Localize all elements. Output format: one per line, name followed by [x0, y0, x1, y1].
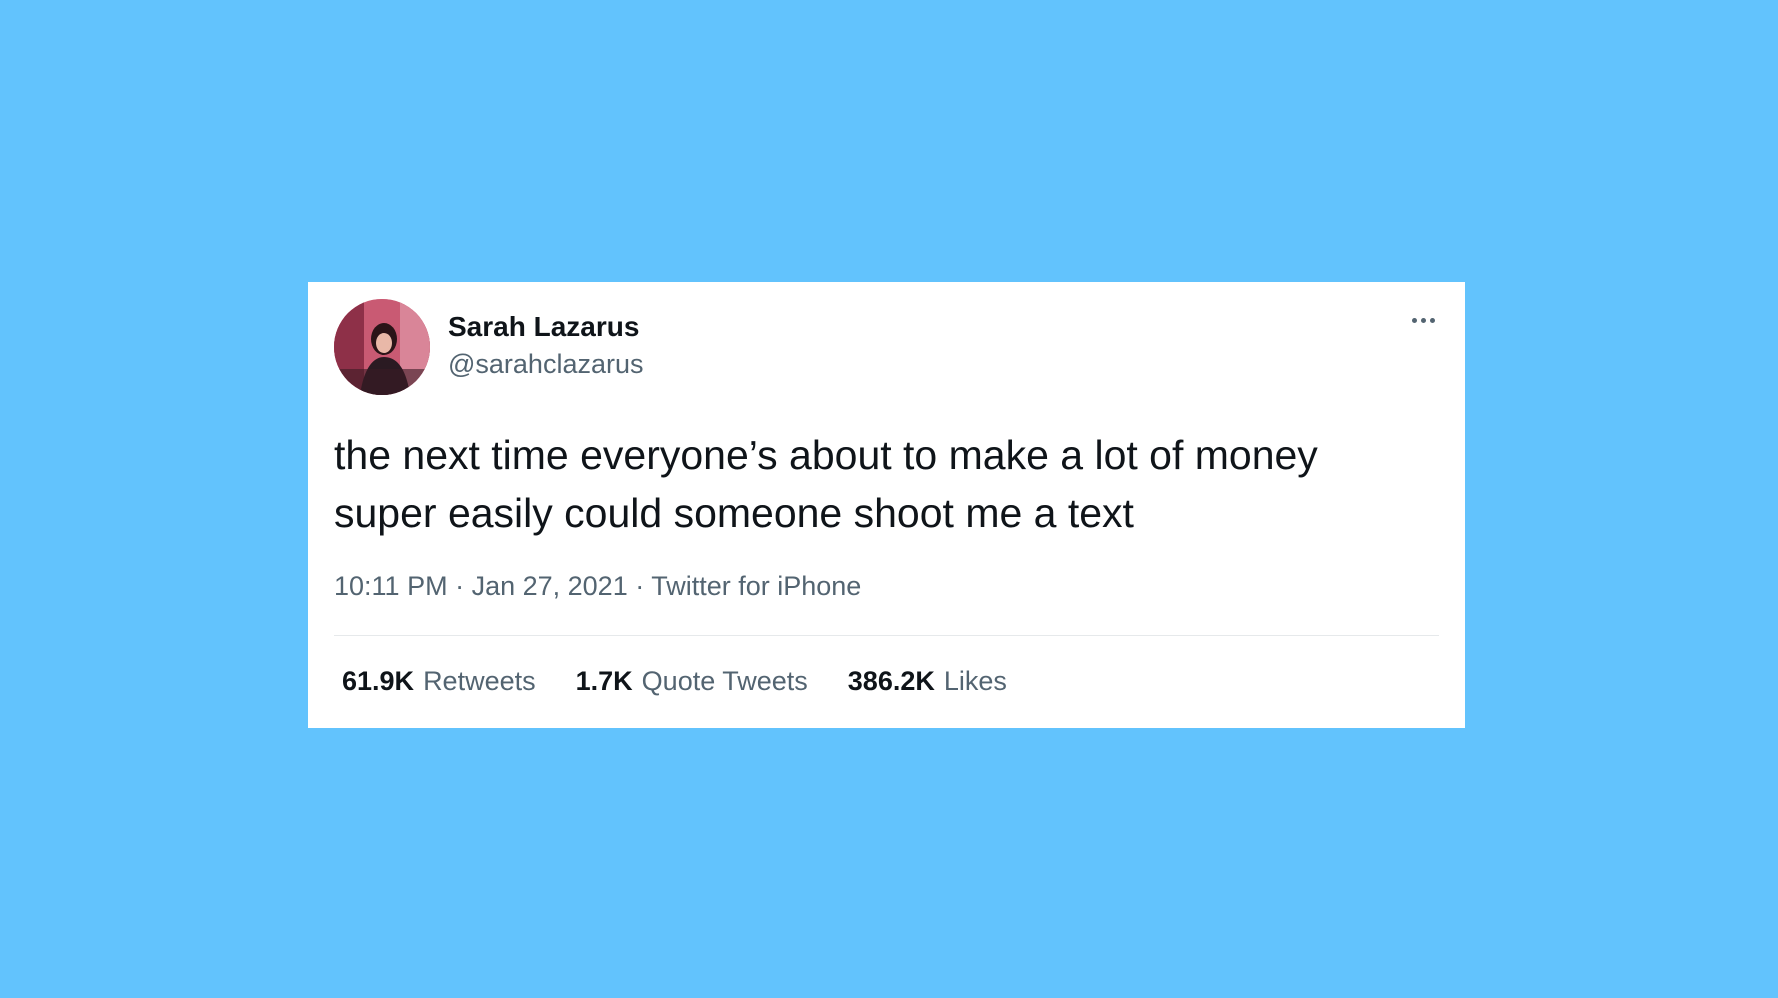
more-options-icon[interactable]	[1403, 308, 1443, 332]
tweet-text: the next time everyone’s about to make a…	[334, 432, 1318, 536]
meta-separator: ·	[627, 571, 652, 601]
avatar[interactable]	[334, 299, 430, 395]
retweets-label: Retweets	[423, 666, 536, 696]
more-dot	[1411, 317, 1417, 323]
tweet-time[interactable]: 10:11 PM	[334, 571, 448, 601]
likes-count: 386.2K	[847, 666, 935, 696]
likes-stat[interactable]: 386.2K Likes	[848, 666, 1007, 697]
quote-tweets-label: Quote Tweets	[641, 666, 808, 696]
tweet-card: Sarah Lazarus @sarahclazarus the next ti…	[308, 282, 1465, 728]
likes-label: Likes	[943, 666, 1007, 696]
display-name[interactable]: Sarah Lazarus	[448, 311, 639, 343]
tweet-stats: 61.9K Retweets 1.7K Quote Tweets 386.2K Lik…	[342, 666, 1047, 697]
meta-separator: ·	[447, 571, 472, 601]
quote-tweets-count: 1.7K	[575, 666, 633, 696]
tweet-metadata: 10:11 PM · Jan 27, 2021 · Twitter for iP…	[334, 571, 861, 602]
more-dot	[1420, 317, 1426, 323]
profile-photo-icon	[334, 299, 430, 395]
tweet-source[interactable]: Twitter for iPhone	[651, 571, 861, 601]
quote-tweets-stat[interactable]: 1.7K Quote Tweets	[576, 666, 808, 697]
retweets-count: 61.9K	[342, 666, 415, 696]
tweet-date[interactable]: Jan 27, 2021	[472, 571, 628, 601]
user-handle[interactable]: @sarahclazarus	[448, 349, 644, 380]
divider	[334, 635, 1439, 636]
retweets-stat[interactable]: 61.9K Retweets	[342, 666, 536, 697]
more-dot	[1429, 317, 1435, 323]
